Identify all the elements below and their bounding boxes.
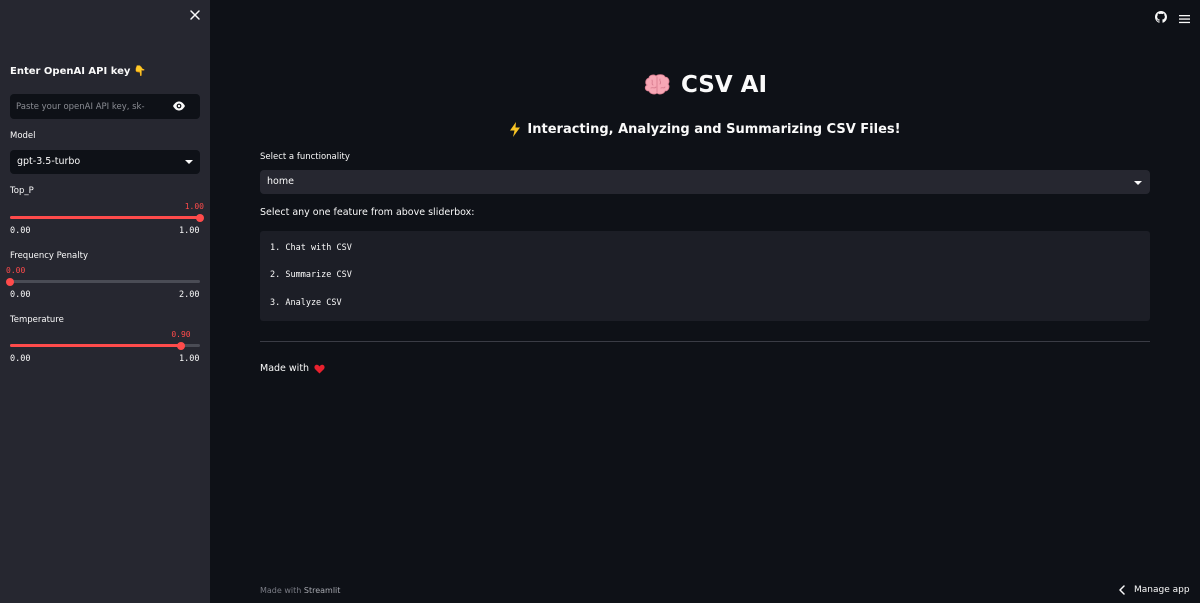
- app-root: Enter OpenAI API key 👇 Model gpt-3.5-tur…: [0, 0, 1200, 603]
- functionality-label: Select a functionality: [260, 152, 350, 162]
- streamlit-link[interactable]: Streamlit: [304, 586, 341, 595]
- frequency-penalty-label: Frequency Penalty: [10, 251, 88, 261]
- page-subtitle-text: Interacting, Analyzing and Summarizing C…: [527, 122, 901, 137]
- model-label: Model: [10, 131, 36, 141]
- close-sidebar-button[interactable]: [187, 7, 203, 23]
- list-item: 3. Analyze CSV: [270, 298, 342, 308]
- chevron-down-icon: [185, 160, 193, 164]
- slider-track: [10, 280, 200, 283]
- slider-fill: [10, 216, 200, 219]
- temperature-min: 0.00: [10, 354, 31, 364]
- model-select-value: gpt-3.5-turbo: [17, 156, 81, 167]
- manage-app-button[interactable]: Manage app: [1118, 583, 1190, 597]
- made-with-line: Made with: [260, 363, 325, 374]
- page-title: CSV AI: [0, 72, 1200, 103]
- page-title-text: CSV AI: [680, 72, 768, 98]
- instructions-text: Select any one feature from above slider…: [260, 207, 475, 218]
- functionality-select-value: home: [267, 176, 294, 187]
- frequency-penalty-slider[interactable]: [6, 274, 200, 288]
- close-icon: [190, 10, 200, 20]
- footer: Made with Streamlit: [260, 586, 340, 595]
- temperature-max: 1.00: [179, 354, 200, 364]
- slider-thumb[interactable]: [177, 341, 185, 350]
- hamburger-menu-icon: [1179, 15, 1190, 24]
- divider: [260, 341, 1150, 342]
- functionality-select[interactable]: home: [260, 170, 1150, 194]
- brain-icon: [644, 74, 670, 95]
- page-subtitle: Interacting, Analyzing and Summarizing C…: [260, 122, 1150, 141]
- model-select[interactable]: gpt-3.5-turbo: [10, 150, 200, 174]
- frequency-penalty-min: 0.00: [10, 290, 31, 300]
- heart-icon: [314, 364, 325, 373]
- feature-list: 1. Chat with CSV 2. Summarize CSV 3. Ana…: [260, 231, 1150, 321]
- top-p-slider[interactable]: [10, 210, 204, 224]
- top-p-label: Top_P: [10, 186, 34, 196]
- footer-made-with: Made with: [260, 586, 302, 595]
- made-with-text: Made with: [260, 363, 310, 374]
- lightning-icon: [510, 122, 521, 137]
- chevron-left-icon: [1119, 585, 1125, 595]
- slider-thumb[interactable]: [196, 213, 204, 222]
- top-p-min: 0.00: [10, 226, 31, 236]
- list-item: 2. Summarize CSV: [270, 270, 352, 280]
- list-item: 1. Chat with CSV: [270, 243, 352, 253]
- chevron-down-icon: [1134, 181, 1142, 185]
- temperature-label: Temperature: [10, 315, 64, 325]
- slider-fill: [10, 344, 181, 347]
- slider-thumb[interactable]: [6, 277, 14, 286]
- temperature-slider[interactable]: [10, 338, 200, 352]
- github-button[interactable]: [1155, 8, 1167, 27]
- frequency-penalty-max: 2.00: [179, 290, 200, 300]
- manage-app-label: Manage app: [1134, 585, 1190, 595]
- top-p-max: 1.00: [179, 226, 200, 236]
- github-icon: [1155, 11, 1167, 23]
- main-menu-button[interactable]: [1179, 9, 1190, 28]
